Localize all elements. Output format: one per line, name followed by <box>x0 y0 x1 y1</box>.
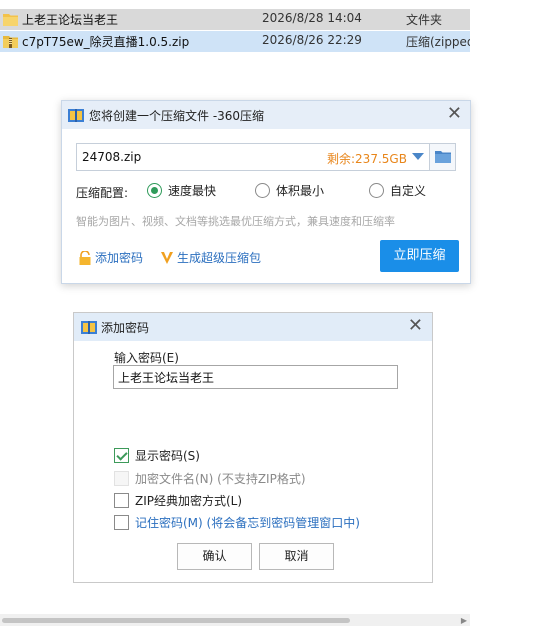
archive-name-field[interactable]: 24708.zip 剩余:237.5GB <box>76 143 456 171</box>
add-password-link[interactable]: 添加密码 <box>78 249 143 266</box>
scroll-right-icon[interactable]: ▶ <box>461 616 467 625</box>
folder-icon <box>435 151 451 163</box>
zip-classic-encryption-checkbox[interactable]: ZIP经典加密方式(L) <box>114 492 242 509</box>
encrypt-filenames-checkbox: 加密文件名(N) (不支持ZIP格式) <box>114 470 306 487</box>
checkbox-icon[interactable] <box>114 493 129 508</box>
super-archive-link[interactable]: 生成超级压缩包 <box>160 249 261 266</box>
dialog-titlebar[interactable]: 添加密码 ✕ <box>74 313 432 341</box>
file-type: 文件夹 <box>406 13 443 27</box>
radio-icon[interactable] <box>369 183 384 198</box>
radio-speed-fastest[interactable]: 速度最快 <box>147 182 216 199</box>
checkbox-icon[interactable] <box>114 515 129 530</box>
browse-folder-button[interactable] <box>429 144 455 170</box>
create-archive-dialog: 您将创建一个压缩文件 -360压缩 ✕ 24708.zip 剩余:237.5GB… <box>61 100 471 284</box>
compression-config-label: 压缩配置: <box>76 186 129 200</box>
radio-smallest-size[interactable]: 体积最小 <box>255 182 324 199</box>
password-label: 输入密码(E) <box>114 351 179 365</box>
horizontal-scrollbar[interactable]: ▶ <box>0 614 470 626</box>
scrollbar-thumb[interactable] <box>2 618 350 623</box>
add-password-dialog: 添加密码 ✕ 输入密码(E) 显示密码(S) 加密文件名(N) (不支持ZIP格… <box>73 312 433 583</box>
file-name: 上老王论坛当老王 <box>22 13 119 27</box>
file-row-zip[interactable]: c7pT75ew_除灵直播1.0.5.zip 2026/8/26 22:29 压… <box>0 31 470 52</box>
radio-label: 自定义 <box>390 184 427 198</box>
file-row-folder[interactable]: 上老王论坛当老王 2026/8/28 14:04 文件夹 <box>0 9 470 30</box>
file-type: 压缩(zipped <box>406 35 470 49</box>
dialog-title: 添加密码 <box>101 321 150 335</box>
file-date: 2026/8/26 22:29 <box>262 33 362 47</box>
free-space-label: 剩余:237.5GB <box>327 152 407 166</box>
radio-selected-icon[interactable] <box>147 183 162 198</box>
folder-icon <box>3 14 18 26</box>
close-icon[interactable]: ✕ <box>408 316 423 336</box>
archive-app-icon <box>68 109 84 122</box>
remember-password-checkbox[interactable]: 记住密码(M) (将会备忘到密码管理窗口中) <box>114 514 360 531</box>
checkbox-disabled-icon <box>114 471 129 486</box>
radio-label: 体积最小 <box>276 184 325 198</box>
radio-label: 速度最快 <box>168 184 217 198</box>
dialog-titlebar[interactable]: 您将创建一个压缩文件 -360压缩 ✕ <box>62 101 470 129</box>
file-name: c7pT75ew_除灵直播1.0.5.zip <box>22 35 190 49</box>
compress-now-button[interactable]: 立即压缩 <box>380 240 459 272</box>
close-icon[interactable]: ✕ <box>447 104 462 124</box>
compression-hint: 智能为图片、视频、文档等挑选最优压缩方式，兼具速度和压缩率 <box>76 215 395 228</box>
password-input[interactable] <box>113 365 398 389</box>
lock-icon <box>79 250 91 265</box>
file-date: 2026/8/28 14:04 <box>262 11 362 25</box>
dialog-title: 您将创建一个压缩文件 -360压缩 <box>89 109 265 123</box>
confirm-button[interactable]: 确认 <box>177 543 252 570</box>
archive-app-icon <box>81 321 97 334</box>
radio-icon[interactable] <box>255 183 270 198</box>
v-badge-icon <box>161 251 173 264</box>
chevron-down-icon[interactable] <box>412 153 424 160</box>
radio-custom[interactable]: 自定义 <box>369 182 426 199</box>
cancel-button[interactable]: 取消 <box>259 543 334 570</box>
checkbox-checked-icon[interactable] <box>114 448 129 463</box>
background-area <box>470 0 559 626</box>
archive-name-value: 24708.zip <box>82 150 142 164</box>
show-password-checkbox[interactable]: 显示密码(S) <box>114 447 200 464</box>
zip-file-icon <box>3 36 18 48</box>
